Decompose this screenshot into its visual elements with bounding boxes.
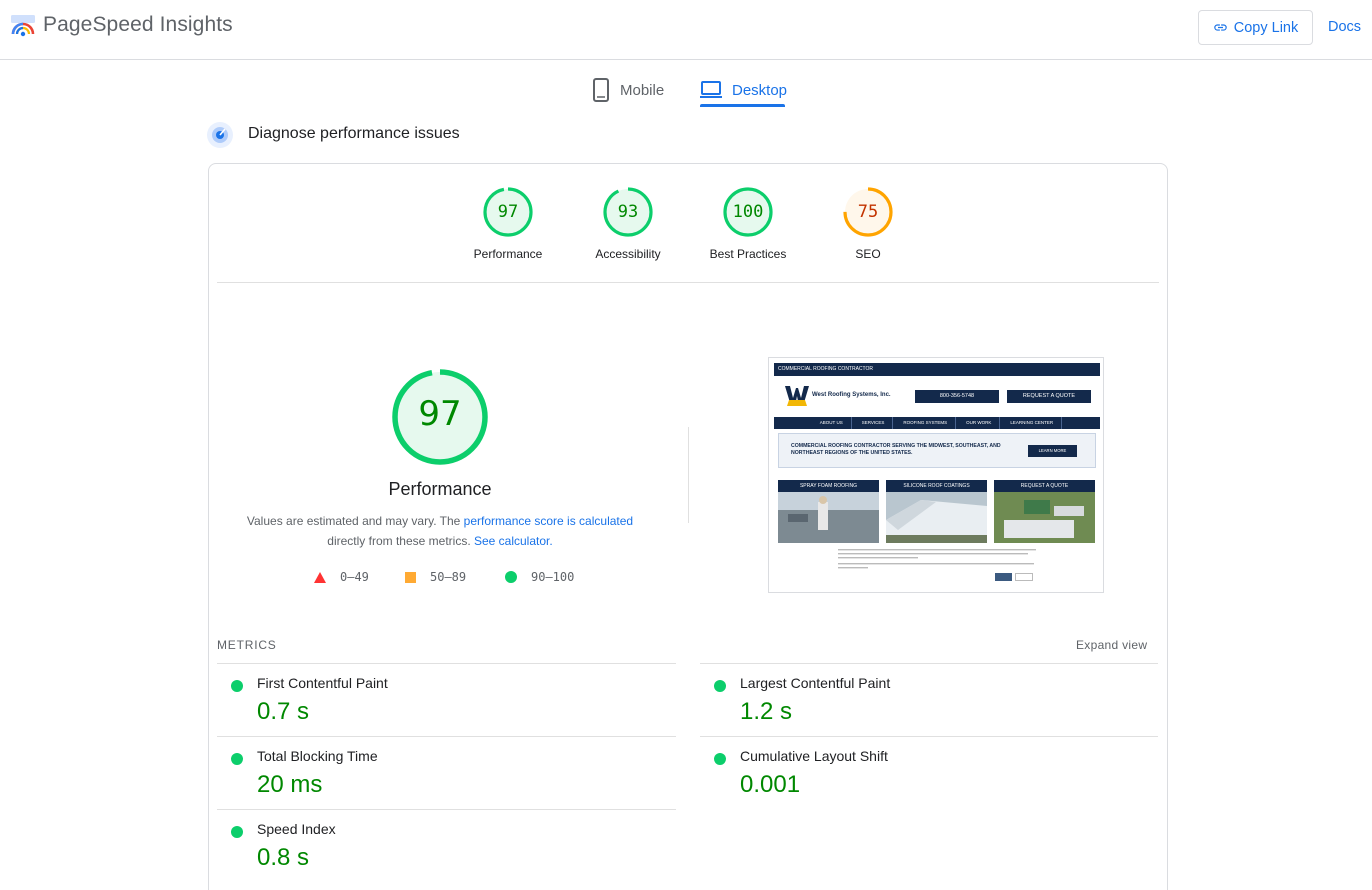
site-card: SPRAY FOAM ROOFING	[778, 480, 879, 543]
score-value: 100	[732, 202, 764, 222]
vertical-divider	[688, 427, 689, 523]
site-nav-item: ROOFING SYSTEMS	[895, 417, 957, 429]
site-card: REQUEST A QUOTE	[994, 480, 1095, 543]
site-card-photo	[994, 492, 1095, 543]
site-nav-item: LEARNING CENTER	[1002, 417, 1063, 429]
metric-name: First Contentful Paint	[257, 675, 388, 691]
see-calculator-link[interactable]: See calculator.	[474, 534, 553, 548]
good-status-icon	[231, 680, 243, 692]
legend-average: 50–89	[405, 570, 466, 584]
score-value: 75	[857, 202, 879, 222]
site-decline-button	[1015, 573, 1033, 581]
laptop-icon	[700, 81, 722, 98]
top-bar: PageSpeed Insights Copy Link Docs	[0, 0, 1372, 60]
good-status-icon	[714, 680, 726, 692]
divider	[700, 663, 1158, 664]
site-cookie-notice	[838, 548, 1038, 574]
tab-desktop-label: Desktop	[732, 81, 788, 99]
score-value: 93	[617, 202, 639, 222]
metric-value: 20 ms	[257, 771, 323, 798]
square-icon	[405, 571, 416, 583]
site-accept-button	[995, 573, 1012, 581]
score-gauge-seo[interactable]: 75 SEO	[808, 186, 928, 261]
legend-good: 90–100	[505, 570, 574, 584]
site-nav-item: ABOUT US	[812, 417, 852, 429]
expand-view-button[interactable]: Expand view	[1076, 638, 1147, 652]
site-top-bar: COMMERCIAL ROOFING CONTRACTOR	[774, 363, 1100, 376]
legend-range: 90–100	[531, 570, 575, 584]
performance-title: Performance	[388, 479, 492, 499]
score-label: Accessibility	[595, 247, 661, 261]
site-nav-item: SERVICES	[854, 417, 894, 429]
description-text: directly from these metrics.	[327, 534, 474, 548]
divider	[217, 282, 1159, 283]
score-label: SEO	[855, 247, 881, 261]
performance-score-link[interactable]: performance score is calculated	[464, 514, 633, 528]
site-hero: COMMERCIAL ROOFING CONTRACTOR SERVING TH…	[778, 433, 1096, 468]
link-icon	[1214, 24, 1227, 31]
score-gauge-best-practices[interactable]: 100 Best Practices	[688, 186, 808, 261]
tab-mobile[interactable]: Mobile	[592, 72, 664, 108]
good-status-icon	[231, 826, 243, 838]
metric-name: Total Blocking Time	[257, 748, 378, 764]
pagespeed-logo-icon	[11, 15, 35, 37]
cookie-text-lines	[838, 549, 1036, 569]
score-gauge-accessibility[interactable]: 93 Accessibility	[568, 186, 688, 261]
divider	[700, 736, 1158, 737]
divider	[217, 736, 676, 737]
site-company-name: West Roofing Systems, Inc.	[812, 392, 891, 398]
metric-name: Speed Index	[257, 821, 336, 837]
copy-link-button[interactable]: Copy Link	[1198, 10, 1313, 45]
good-status-icon	[714, 753, 726, 765]
description-text: Values are estimated and may vary. The	[246, 514, 464, 528]
metric-name: Largest Contentful Paint	[740, 675, 891, 691]
smartphone-icon	[593, 78, 609, 102]
metrics-title: METRICS	[217, 638, 277, 652]
triangle-icon	[314, 571, 326, 583]
site-phone: 800-356-5748	[915, 390, 999, 403]
site-card: SILICONE ROOF COATINGS	[886, 480, 987, 543]
site-logo-icon	[785, 386, 809, 406]
good-status-icon	[231, 753, 243, 765]
performance-score-value: 97	[418, 394, 462, 434]
copy-link-label: Copy Link	[1233, 19, 1299, 36]
circle-icon	[505, 571, 517, 583]
docs-link[interactable]: Docs	[1328, 19, 1361, 35]
site-nav-item: OUR WORK	[958, 417, 1001, 429]
section-title: Diagnose performance issues	[248, 125, 460, 142]
score-description: Values are estimated and may vary. The p…	[230, 511, 650, 551]
divider	[217, 809, 676, 810]
legend-poor: 0–49	[314, 570, 369, 584]
score-label: Best Practices	[709, 247, 787, 261]
score-label: Performance	[473, 247, 543, 261]
divider	[217, 663, 676, 664]
tab-desktop[interactable]: Desktop	[700, 72, 787, 108]
score-gauge-performance[interactable]: 97 Performance	[448, 186, 568, 261]
site-card-photo	[778, 492, 879, 543]
app-title: PageSpeed Insights	[43, 13, 233, 36]
site-hero-text: COMMERCIAL ROOFING CONTRACTOR SERVING TH…	[791, 443, 1001, 456]
site-hero-button: LEARN MORE	[1028, 445, 1077, 457]
legend-range: 50–89	[430, 570, 467, 584]
metric-value: 0.7 s	[257, 698, 310, 725]
diagnose-icon	[207, 122, 233, 148]
metric-value: 1.2 s	[740, 698, 793, 725]
final-screenshot[interactable]: COMMERCIAL ROOFING CONTRACTOR West Roofi…	[768, 357, 1104, 593]
site-nav: ABOUT US SERVICES ROOFING SYSTEMS OUR WO…	[774, 417, 1100, 429]
metric-value: 0.001	[740, 771, 801, 798]
legend-range: 0–49	[340, 570, 369, 584]
metric-value: 0.8 s	[257, 844, 310, 871]
metric-name: Cumulative Layout Shift	[740, 748, 888, 764]
active-tab-indicator	[700, 104, 785, 107]
score-value: 97	[497, 202, 519, 222]
site-card-photo	[886, 492, 987, 543]
tab-mobile-label: Mobile	[620, 81, 665, 99]
site-quote-button: REQUEST A QUOTE	[1007, 390, 1091, 403]
